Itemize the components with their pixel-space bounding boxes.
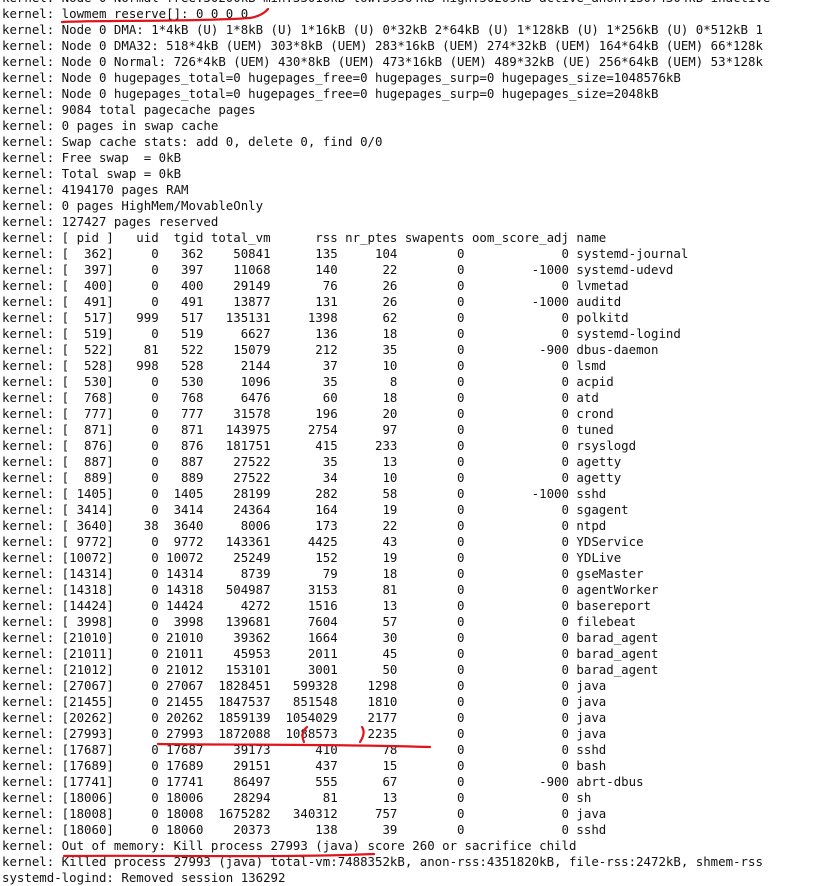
log-line: kernel: 0 pages HighMem/MovableOnly	[2, 198, 264, 213]
log-line: kernel: Free swap = 0kB	[2, 150, 182, 165]
log-line: kernel: 127427 pages reserved	[2, 214, 219, 229]
log-line: systemd-logind: Removed session 136292	[2, 870, 286, 885]
log-line: kernel: [17689] 0 17689 29151 437 15 0 0…	[2, 758, 607, 773]
log-line: kernel: [ 9772] 0 9772 143361 4425 43 0 …	[2, 534, 644, 549]
log-line: kernel: [ 397] 0 397 11068 140 22 0 -100…	[2, 262, 674, 277]
log-line: kernel: [ 519] 0 519 6627 136 18 0 0 sys…	[2, 326, 681, 341]
log-line: kernel: [ 889] 0 889 27522 34 10 0 0 age…	[2, 470, 622, 485]
log-line: kernel: 4194170 pages RAM	[2, 182, 189, 197]
log-line: kernel: [ 768] 0 768 6476 60 18 0 0 atd	[2, 390, 599, 405]
log-line: kernel: [ 530] 0 530 1096 35 8 0 0 acpid	[2, 374, 614, 389]
log-line: kernel: [21455] 0 21455 1847537 851548 1…	[2, 694, 607, 709]
log-line: kernel: Node 0 DMA: 1*4kB (U) 1*8kB (U) …	[2, 22, 763, 37]
log-line: kernel: Node 0 hugepages_total=0 hugepag…	[2, 86, 659, 101]
log-line: kernel: 0 pages in swap cache	[2, 118, 219, 133]
log-line: kernel: [ 777] 0 777 31578 196 20 0 0 cr…	[2, 406, 614, 421]
log-line: kernel: [20262] 0 20262 1859139 1054029 …	[2, 710, 607, 725]
log-line: kernel: Killed process 27993 (java) tota…	[2, 854, 763, 869]
log-line: kernel: [18060] 0 18060 20373 138 39 0 0…	[2, 822, 607, 837]
log-line: kernel: [21011] 0 21011 45953 2011 45 0 …	[2, 646, 659, 661]
log-line: kernel: [18006] 0 18006 28294 81 13 0 0 …	[2, 790, 592, 805]
log-line: kernel: [17687] 0 17687 39173 410 78 0 0…	[2, 742, 607, 757]
log-line: kernel: [ 400] 0 400 29149 76 26 0 0 lvm…	[2, 278, 629, 293]
log-line: kernel: [ 491] 0 491 13877 131 26 0 -100…	[2, 294, 622, 309]
log-line: kernel: [10072] 0 10072 25249 152 19 0 0…	[2, 550, 622, 565]
log-line: kernel: Node 0 DMA32: 518*4kB (UEM) 303*…	[2, 38, 763, 53]
log-line: kernel: [21012] 0 21012 153101 3001 50 0…	[2, 662, 659, 677]
log-line: kernel: [ pid ] uid tgid total_vm rss nr…	[2, 230, 607, 245]
log-line: kernel: Node 0 Normal: 726*4kB (UEM) 430…	[2, 54, 763, 69]
log-line: kernel: [ 517] 999 517 135131 1398 62 0 …	[2, 310, 629, 325]
log-line: kernel: [ 362] 0 362 50841 135 104 0 0 s…	[2, 246, 689, 261]
log-line: kernel: [ 528] 998 528 2144 37 10 0 0 ls…	[2, 358, 607, 373]
log-line: kernel: [ 887] 0 887 27522 35 13 0 0 age…	[2, 454, 622, 469]
log-line: kernel: [ 3998] 0 3998 139681 7604 57 0 …	[2, 614, 637, 629]
kernel-log-output: kernel: Node 0 Normal free:30200kB min:3…	[2, 0, 817, 886]
log-line: kernel: Node 0 hugepages_total=0 hugepag…	[2, 70, 681, 85]
log-line: kernel: [ 876] 0 876 181751 415 233 0 0 …	[2, 438, 637, 453]
log-line: kernel: 9084 total pagecache pages	[2, 102, 256, 117]
log-line: kernel: [21010] 0 21010 39362 1664 30 0 …	[2, 630, 659, 645]
log-line: kernel: [ 3640] 38 3640 8006 173 22 0 0 …	[2, 518, 607, 533]
log-line: kernel: [14318] 0 14318 504987 3153 81 0…	[2, 582, 659, 597]
log-line: kernel: [14424] 0 14424 4272 1516 13 0 0…	[2, 598, 652, 613]
log-line: kernel: [17741] 0 17741 86497 555 67 0 -…	[2, 774, 644, 789]
log-line: kernel: [27067] 0 27067 1828451 599328 1…	[2, 678, 607, 693]
log-line: kernel: [27993] 0 27993 1872088 1088573 …	[2, 726, 607, 741]
log-line: kernel: [ 522] 81 522 15079 212 35 0 -90…	[2, 342, 659, 357]
log-line: kernel: [ 871] 0 871 143975 2754 97 0 0 …	[2, 422, 614, 437]
log-line: kernel: Out of memory: Kill process 2799…	[2, 838, 577, 853]
log-line: kernel: Total swap = 0kB	[2, 166, 182, 181]
log-line: kernel: lowmem_reserve[]: 0 0 0 0	[2, 6, 249, 21]
log-line: kernel: [18008] 0 18008 1675282 340312 7…	[2, 806, 607, 821]
log-line: kernel: [ 1405] 0 1405 28199 282 58 0 -1…	[2, 486, 607, 501]
log-line: kernel: [ 3414] 0 3414 24364 164 19 0 0 …	[2, 502, 629, 517]
log-line: kernel: [14314] 0 14314 8739 79 18 0 0 g…	[2, 566, 644, 581]
log-line: kernel: Swap cache stats: add 0, delete …	[2, 134, 383, 149]
